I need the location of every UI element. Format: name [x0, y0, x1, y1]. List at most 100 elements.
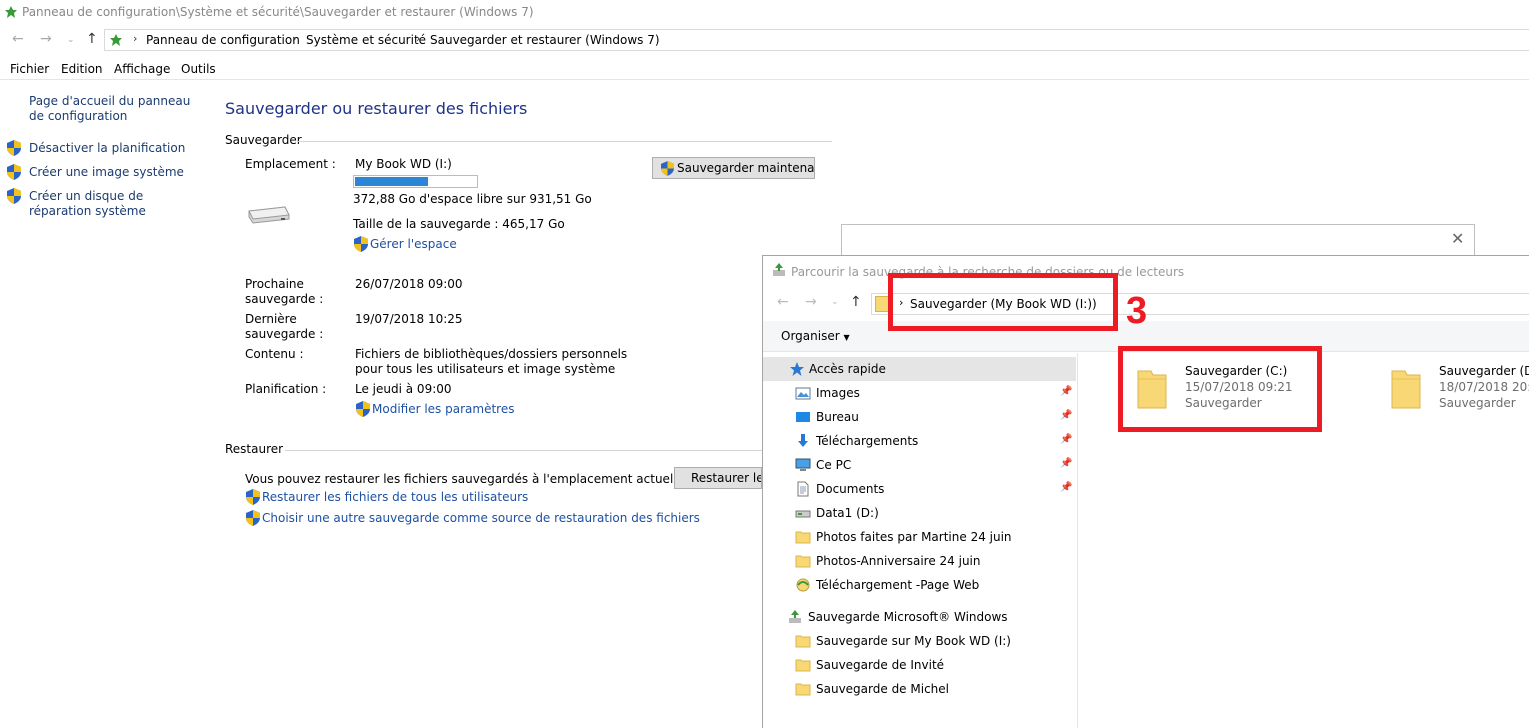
star-icon	[789, 361, 805, 377]
location-value: My Book WD (I:)	[355, 157, 452, 171]
disable-schedule-link[interactable]: Désactiver la planification	[29, 141, 209, 156]
nav-item-label: Sauvegarde de Invité	[816, 658, 945, 672]
breadcrumb-control-panel[interactable]: Panneau de configuration	[146, 33, 300, 47]
breadcrumb-system-security[interactable]: Système et sécurité	[306, 33, 426, 47]
last-backup-label: Dernière sauvegarde :	[245, 312, 324, 341]
nav-item-desktop[interactable]: Bureau 📌	[763, 405, 1076, 429]
backup-icon	[773, 263, 785, 276]
tile-type: Sauvegarder	[1439, 396, 1516, 410]
restore-description: Vous pouvez restaurer les fichiers sauve…	[245, 472, 678, 486]
step-number-annotation: 3	[1126, 290, 1148, 332]
nav-item-web-download[interactable]: Téléchargement -Page Web	[763, 573, 1076, 597]
breadcrumb-separator: ›	[416, 32, 421, 45]
nav-item-data1[interactable]: Data1 (D:)	[763, 501, 1076, 525]
location-label: Emplacement :	[245, 157, 336, 171]
pin-icon[interactable]: 📌	[1060, 458, 1072, 469]
menu-tools[interactable]: Outils	[181, 62, 216, 76]
change-settings-link[interactable]: Modifier les paramètres	[372, 402, 514, 416]
desktop-icon	[795, 409, 811, 425]
nav-item-photos-anniversaire[interactable]: Photos-Anniversaire 24 juin	[763, 549, 1076, 573]
nav-item-windows-backup[interactable]: Sauvegarde Microsoft® Windows	[763, 605, 1076, 629]
folder-icon	[795, 657, 811, 673]
folder-icon	[1391, 370, 1421, 409]
shield-icon	[246, 510, 260, 526]
forward-button[interactable]: →	[805, 294, 817, 310]
content-value: Fichiers de bibliothèques/dossiers perso…	[355, 347, 628, 376]
nav-item-label: Images	[816, 386, 860, 400]
shield-icon	[661, 161, 674, 176]
control-panel-home-link[interactable]: Page d'accueil du panneau de configurati…	[29, 94, 199, 124]
window-titlebar: Panneau de configuration\Système et sécu…	[0, 0, 1529, 26]
backup-icon	[787, 609, 803, 625]
recent-dropdown[interactable]: ⌄	[67, 35, 75, 45]
organize-label: Organiser	[781, 329, 840, 343]
menu-file[interactable]: Fichier	[10, 62, 49, 76]
disk-usage-fill	[355, 177, 428, 186]
nav-item-label: Accès rapide	[809, 362, 886, 376]
page-title: Sauvegarder ou restaurer des fichiers	[225, 99, 528, 118]
up-button[interactable]: ↑	[850, 294, 862, 310]
breadcrumb-backup-restore[interactable]: Sauvegarder et restaurer (Windows 7)	[430, 33, 660, 47]
schedule-value: Le jeudi à 09:00	[355, 382, 452, 396]
quick-access[interactable]: Accès rapide	[763, 357, 1076, 381]
nav-item-backup-folder[interactable]: Sauvegarde de Michel	[763, 677, 1076, 701]
drive-icon	[248, 206, 290, 224]
shield-icon	[356, 401, 370, 417]
pin-icon[interactable]: 📌	[1060, 410, 1072, 421]
backup-tile-d[interactable]: Sauvegarder (D:) 18/07/2018 20:57 Sauveg…	[1391, 361, 1529, 421]
shield-icon	[246, 489, 260, 505]
highlight-box-tile	[1118, 346, 1322, 432]
restore-files-button[interactable]: Restaurer les fichiers	[674, 467, 762, 489]
tile-date: 18/07/2018 20:57	[1439, 380, 1529, 394]
nav-item-photos-martine[interactable]: Photos faites par Martine 24 juin	[763, 525, 1076, 549]
nav-item-label: Documents	[816, 482, 885, 496]
next-backup-label: Prochaine sauvegarde :	[245, 277, 324, 306]
content-label: Contenu :	[245, 347, 304, 361]
back-button[interactable]: ←	[777, 294, 789, 310]
folder-icon	[795, 529, 811, 545]
nav-item-backup-folder[interactable]: Sauvegarde sur My Book WD (I:)	[763, 629, 1076, 653]
recent-dropdown[interactable]: ⌄	[831, 297, 839, 307]
control-panel-icon	[110, 34, 122, 46]
folder-icon	[795, 553, 811, 569]
menu-bar: Fichier Edition Affichage Outils	[0, 58, 1529, 80]
shield-icon	[354, 236, 368, 252]
menu-view[interactable]: Affichage	[114, 62, 170, 76]
next-backup-value: 26/07/2018 09:00	[355, 277, 463, 291]
forward-button[interactable]: →	[40, 31, 52, 47]
nav-item-label: Photos faites par Martine 24 juin	[816, 530, 1012, 544]
control-panel-icon	[5, 6, 17, 18]
address-bar[interactable]: › Panneau de configuration › Système et …	[104, 29, 1529, 51]
create-system-image-link[interactable]: Créer une image système	[29, 165, 209, 180]
backup-now-label: Sauvegarder maintenant	[677, 161, 815, 175]
nav-item-downloads[interactable]: Téléchargements 📌	[763, 429, 1076, 453]
nav-item-label: Sauvegarde de Michel	[816, 682, 949, 696]
last-backup-value: 19/07/2018 10:25	[355, 312, 463, 326]
organize-menu[interactable]: Organiser ▼	[781, 329, 850, 343]
pin-icon[interactable]: 📌	[1060, 386, 1072, 397]
nav-item-images[interactable]: Images 📌	[763, 381, 1076, 405]
backup-size-text: Taille de la sauvegarde : 465,17 Go	[353, 217, 565, 231]
nav-item-documents[interactable]: Documents 📌	[763, 477, 1076, 501]
create-repair-disc-link[interactable]: Créer un disque de réparation système	[29, 189, 199, 219]
drive-icon	[795, 505, 811, 521]
up-button[interactable]: ↑	[86, 31, 98, 47]
download-icon	[795, 433, 811, 449]
back-button[interactable]: ←	[12, 31, 24, 47]
menu-edit[interactable]: Edition	[61, 62, 103, 76]
manage-space-link[interactable]: Gérer l'espace	[370, 237, 457, 251]
pin-icon[interactable]: 📌	[1060, 434, 1072, 445]
backup-now-button[interactable]: Sauvegarder maintenant	[652, 157, 815, 179]
section-divider	[297, 141, 832, 142]
pin-icon[interactable]: 📌	[1060, 482, 1072, 493]
choose-other-backup-link[interactable]: Choisir une autre sauvegarde comme sourc…	[262, 511, 700, 525]
shield-icon	[7, 140, 21, 156]
schedule-label: Planification :	[245, 382, 327, 396]
restore-all-users-link[interactable]: Restaurer les fichiers de tous les utili…	[262, 490, 528, 504]
backup-section-heading: Sauvegarder	[225, 133, 302, 147]
nav-item-this-pc[interactable]: Ce PC 📌	[763, 453, 1076, 477]
section-divider	[285, 450, 762, 451]
nav-item-label: Sauvegarde Microsoft® Windows	[808, 610, 1008, 624]
nav-item-backup-folder[interactable]: Sauvegarde de Invité	[763, 653, 1076, 677]
close-icon[interactable]: ✕	[1451, 229, 1464, 248]
